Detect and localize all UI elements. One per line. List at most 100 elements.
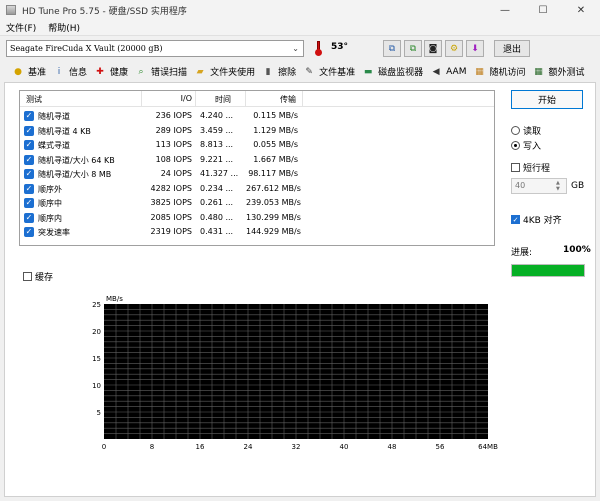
row-checkbox[interactable]: ✓	[24, 154, 34, 165]
copy-screenshot-button[interactable]: ⧉	[404, 40, 422, 57]
folder-icon: ▰	[196, 66, 204, 77]
y-tick-label: 10	[92, 382, 101, 390]
benchmark-chart: 25 20 15 10 5 MB/s 0 8 16 24 32 40 48 56 64MB	[92, 295, 498, 451]
header-time: 时间	[215, 95, 231, 104]
y-tick-label: 5	[97, 409, 101, 417]
tab-label: 随机访问	[489, 68, 526, 78]
camera-button[interactable]: ◙	[424, 40, 442, 57]
tab-label: AAM	[446, 66, 467, 77]
row-checkbox[interactable]: ✓	[24, 198, 34, 208]
read-label: 读取	[523, 127, 542, 137]
menu-file[interactable]: 文件(F)	[0, 21, 42, 34]
cell-time: 0.480 ...	[200, 212, 234, 222]
thermometer-icon	[314, 41, 322, 56]
cell-io: 108 IOPS	[155, 154, 192, 164]
results-table: 测试 I/O 时间 传输 ✓ 随机寻道 236 IOPS 4.240 ... 0.115…	[19, 90, 495, 246]
cell-time: 4.240 ...	[200, 111, 234, 120]
header-transfer: 传输	[280, 95, 296, 104]
start-button[interactable]: 开始	[511, 90, 583, 109]
cell-io: 236 IOPS	[155, 111, 192, 120]
tab-6[interactable]: ✎ 文件基准	[303, 63, 360, 81]
cell-time: 8.813 ...	[200, 140, 234, 149]
table-row[interactable]: ✓ 蝶式寻道 113 IOPS 8.813 ... 0.055 MB/s	[20, 138, 494, 152]
hdtune-app-icon	[6, 5, 16, 15]
close-button[interactable]: ✕	[562, 0, 600, 20]
short-stroke-unit: GB	[571, 181, 585, 191]
row-checkbox[interactable]: ✓	[24, 169, 34, 179]
tab-label: 文件基准	[319, 68, 356, 78]
copy-info-button[interactable]: ⧉	[383, 40, 401, 57]
tab-5[interactable]: ▮ 擦除	[262, 63, 301, 81]
tab-2[interactable]: ✚ 健康	[94, 63, 133, 81]
progress-bar	[511, 264, 585, 277]
options-button[interactable]: ⚙	[445, 40, 463, 57]
table-row[interactable]: ✓ 随机寻道 236 IOPS 4.240 ... 0.115 MB/s	[20, 109, 494, 123]
y-axis-unit-label: MB/s	[106, 295, 123, 303]
exit-button[interactable]: 退出	[494, 40, 530, 57]
maximize-button[interactable]: ☐	[524, 0, 562, 20]
table-row[interactable]: ✓ 随机寻道/大小 64 KB 108 IOPS 9.221 ... 1.667 MB/…	[20, 153, 494, 167]
copy-green-icon: ⧉	[409, 43, 417, 54]
drive-select[interactable]: Seagate FireCuda X Vault (20000 gB) ⌄	[6, 40, 304, 57]
write-label: 写入	[523, 142, 542, 152]
tab-4[interactable]: ▰ 文件夹使用	[194, 63, 260, 81]
spinner-arrows-icon[interactable]: ▲ ▼	[556, 180, 565, 192]
x-tick-label: 48	[388, 443, 397, 451]
minimize-button[interactable]: —	[486, 0, 524, 20]
drive-select-value: Seagate FireCuda X Vault (20000 gB)	[10, 44, 163, 53]
row-checkbox[interactable]: ✓	[24, 125, 34, 136]
row-checkbox[interactable]: ✓	[24, 140, 34, 150]
toolbar: Seagate FireCuda X Vault (20000 gB) ⌄ 53…	[0, 35, 600, 60]
cell-transfer: 144.929 MB/s	[246, 227, 301, 236]
extra-tests-icon: ▦	[534, 66, 543, 77]
short-stroke-value: 40	[515, 181, 526, 190]
save-download-button[interactable]: ⬇	[466, 40, 484, 57]
row-checkbox[interactable]: ✓	[24, 212, 34, 223]
tab-8[interactable]: ◀ AAM	[430, 63, 471, 81]
cell-io: 4282 IOPS	[150, 183, 192, 193]
tab-7[interactable]: ▬ 磁盘监视器	[362, 63, 428, 81]
x-tick-label: 32	[292, 443, 301, 451]
x-tick-label: 16	[196, 443, 205, 451]
x-tick-label: 24	[244, 443, 253, 451]
table-row[interactable]: ✓ 随机寻道 4 KB 289 IOPS 3.459 ... 1.129 MB/s	[20, 124, 494, 138]
tab-3[interactable]: ⌕ 错误扫描	[135, 63, 192, 81]
header-io: I/O	[180, 94, 192, 103]
trash-icon: ▮	[265, 66, 271, 77]
y-tick-label: 25	[92, 301, 101, 309]
row-checkbox[interactable]: ✓	[24, 183, 34, 194]
temperature-readout: 53°	[331, 42, 348, 52]
tab-0[interactable]: ● 基准	[12, 63, 51, 81]
row-checkbox[interactable]: ✓	[24, 111, 34, 121]
table-row[interactable]: ✓ 顺序中 3825 IOPS 0.261 ... 239.053 MB/s	[20, 196, 494, 210]
magnifier-icon: ⌕	[138, 66, 144, 77]
tab-label: 错误扫描	[151, 68, 188, 78]
title-bar: HD Tune Pro 5.75 - 硬盘/SSD 实用程序 — ☐ ✕	[0, 0, 600, 20]
write-radio[interactable]: 写入	[511, 139, 541, 152]
row-checkbox[interactable]: ✓	[24, 227, 34, 237]
table-header: 测试 I/O 时间 传输	[20, 91, 494, 107]
cell-test: 顺序外	[38, 184, 62, 194]
file-benchmark-icon: ✎	[305, 66, 313, 77]
tab-label: 基准	[28, 68, 47, 78]
cell-io: 2319 IOPS	[150, 227, 192, 236]
menu-help[interactable]: 帮助(H)	[42, 21, 86, 34]
table-row[interactable]: ✓ 突发速率 2319 IOPS 0.431 ... 144.929 MB/s	[20, 225, 494, 239]
short-stroke-size-input[interactable]: 40 ▲ ▼	[511, 178, 567, 194]
tab-9[interactable]: ▦ 随机访问	[473, 63, 530, 81]
table-row[interactable]: ✓ 随机寻道/大小 8 MB 24 IOPS 41.327 ... 98.117 MB/…	[20, 167, 494, 181]
x-tick-label: 40	[340, 443, 349, 451]
short-stroke-checkbox[interactable]: 短行程	[511, 161, 550, 174]
table-row[interactable]: ✓ 顺序内 2085 IOPS 0.480 ... 130.299 MB/s	[20, 211, 494, 225]
speaker-icon: ◀	[432, 66, 440, 77]
read-radio[interactable]: 读取	[511, 124, 541, 137]
cache-checkbox[interactable]: 缓存	[23, 270, 53, 283]
short-stroke-box	[511, 163, 520, 172]
cell-test: 突发速率	[38, 228, 70, 237]
cell-io: 2085 IOPS	[150, 212, 192, 222]
tab-10[interactable]: ▦ 额外测试	[532, 63, 589, 81]
x-tick-label: 8	[150, 443, 154, 451]
table-row[interactable]: ✓ 顺序外 4282 IOPS 0.234 ... 267.612 MB/s	[20, 182, 494, 196]
align-4kb-checkbox[interactable]: ✓ 4KB 对齐	[511, 213, 562, 226]
tab-1[interactable]: i 信息	[53, 63, 92, 81]
